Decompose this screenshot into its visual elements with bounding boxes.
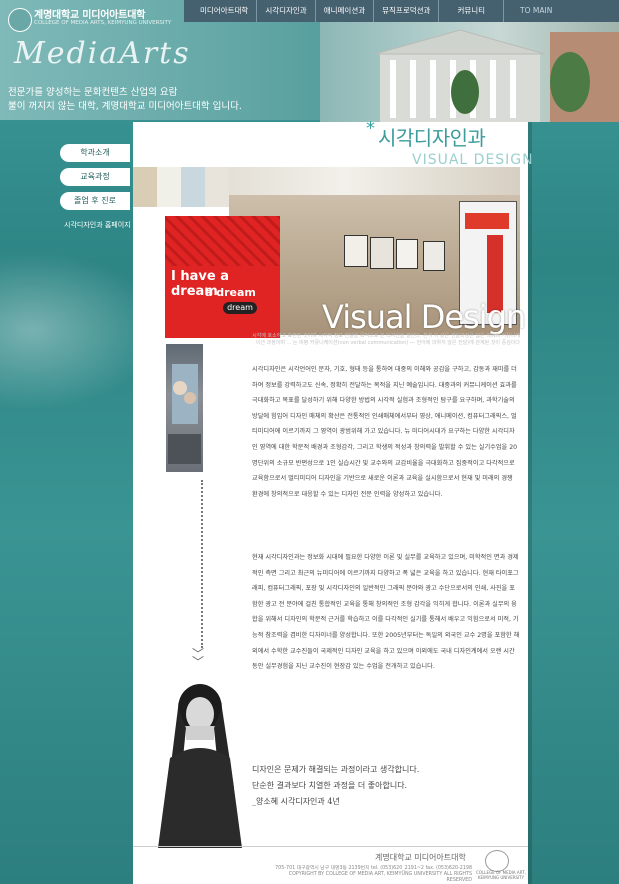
brand-logo: MediaArts <box>14 36 191 71</box>
hero-caption: 시각에 호소하고 표현된 것이며 시각적 정보 전달을 목적으로 한 디자인을 … <box>252 333 520 346</box>
nav-animation[interactable]: 애니메이션과 <box>316 0 375 22</box>
hero-visual-design-text: Visual Design <box>322 298 526 336</box>
side-menu-curriculum[interactable]: 교육과정 <box>60 168 130 186</box>
footer-address: 705-701 대구광역시 남구 대명3동 2139번지 tel. (053)6… <box>262 866 472 884</box>
student-quote: 디자인은 문제가 해결되는 과정이라고 생각합니다. 단순한 결과보다 치열한 … <box>252 762 492 810</box>
dotted-connector-line <box>201 480 203 648</box>
photo-strip <box>133 167 229 207</box>
student-portrait-photo <box>150 668 250 848</box>
nav-community[interactable]: 커뮤니티 <box>439 0 505 22</box>
college-name: 계명대학교 미디어아트대학 <box>34 10 146 21</box>
i-have-a-dream-poster: I have a dream a dream dream <box>165 216 280 338</box>
footer-seal-text: COLLEGE OF MEDIA ART, KEIMYUNG UNIVERSIT… <box>476 870 526 880</box>
thumbnail-photo <box>181 167 205 207</box>
page-title-en: VISUAL DESIGN <box>412 152 534 168</box>
title-star-icon: * <box>366 118 375 139</box>
top-navigation: 미디어아트대학 시각디자인과 애니메이션과 뮤직프로덕션과 커뮤니티 TO MA… <box>184 0 619 22</box>
footer-copyright: COPYRIGHT BY COLLEGE OF MEDIA ART, KEIMY… <box>288 872 472 883</box>
card-shadow <box>528 122 532 884</box>
university-seal-logo[interactable] <box>8 8 32 32</box>
nav-music-production[interactable]: 뮤직프로덕션과 <box>374 0 440 22</box>
nav-to-main[interactable]: TO MAIN <box>504 0 568 22</box>
intro-paragraph: 시각디자인은 시각언어인 문자, 기호, 형태 등을 통하여 대중의 이해와 공… <box>252 366 518 498</box>
footer-seal-logo <box>485 850 509 872</box>
footer-college-name: 계명대학교 미디어아트대학 <box>375 853 466 862</box>
side-menu-dept-intro[interactable]: 학과소개 <box>60 144 130 162</box>
nav-visual-design[interactable]: 시각디자인과 <box>257 0 316 22</box>
photo-strip-extension <box>229 167 520 195</box>
student-portrait-illustration <box>158 684 242 848</box>
college-name-en: COLLEGE OF MEDIA ARTS, KEIMYUNG UNIVERSI… <box>34 20 172 26</box>
thumbnail-photo <box>133 167 157 207</box>
building-illustration <box>374 29 619 122</box>
slogan-line-1: 전문가를 양성하는 문화컨텐츠 산업의 요람 <box>8 87 178 98</box>
quote-line-2: 단순한 결과보다 치열한 과정을 더 좋아합니다. <box>252 781 408 790</box>
thumbnail-photo <box>157 167 181 207</box>
street-poster-photo <box>166 344 203 472</box>
thumbnail-photo <box>205 167 229 207</box>
footer-divider <box>133 846 528 847</box>
quote-line-1: 디자인은 문제가 해결되는 과정이라고 생각합니다. <box>252 765 420 774</box>
current-status-paragraph: 현재 시각디자인과는 정보화 시대에 필요한 다양한 이론 및 실무를 교육하고… <box>252 554 520 671</box>
side-menu-homepage[interactable]: 시각디자인과 홈페이지 <box>60 216 134 234</box>
poster-pill-label: dream <box>223 302 257 314</box>
nav-media-arts[interactable]: 미디어아트대학 <box>192 0 258 22</box>
slogan-line-2: 불이 꺼지지 않는 대학, 계명대학교 미디어아트대학 입니다. <box>8 101 242 112</box>
side-menu-career[interactable]: 졸업 후 진로 <box>60 192 130 210</box>
campus-building-photo <box>320 22 619 122</box>
chevron-down-icon: ﹀ ﹀ <box>192 647 205 669</box>
street-poster-illustration <box>168 364 201 464</box>
poster-subline: a dream <box>205 286 256 299</box>
quote-author: _양소혜 시각디자인과 4년 <box>252 797 340 806</box>
page-title: 시각디자인과 <box>378 126 486 150</box>
